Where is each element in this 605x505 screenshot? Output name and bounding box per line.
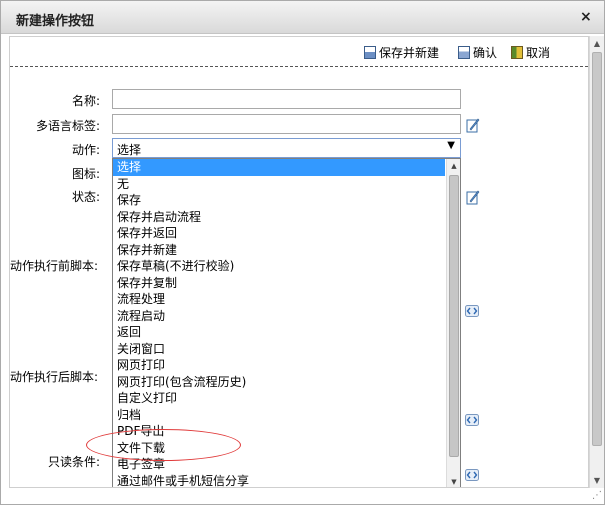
action-option[interactable]: 归档 <box>113 407 445 424</box>
cancel-label: 取消 <box>526 45 551 60</box>
dialog-window: 新建操作按钮 × 保存并新建 确认 取消 名称: 多语言标签: 动作: 选择 ▼… <box>0 0 605 505</box>
action-option[interactable]: 网页打印(包含流程历史) <box>113 374 445 391</box>
action-option[interactable]: 无 <box>113 176 445 193</box>
action-label: 动作: <box>71 143 100 157</box>
i18n-label: 多语言标签: <box>35 119 100 133</box>
icon-label: 图标: <box>71 167 100 181</box>
action-option[interactable]: 自定义打印 <box>113 390 445 407</box>
action-option[interactable]: 返回 <box>113 324 445 341</box>
action-option[interactable]: 选择 <box>113 159 445 176</box>
action-dropdown-list[interactable]: 选择无保存 保存并启动流程 保存并返回 保存并新建 保存草稿(不进行校验) 保存并复制 流程… <box>112 158 461 488</box>
save-and-new-button[interactable]: 保存并新建 <box>364 44 439 60</box>
i18n-input[interactable] <box>112 114 461 134</box>
action-option[interactable]: 流程启动 <box>113 308 445 325</box>
action-option[interactable]: PDF导出 <box>113 423 445 440</box>
action-option[interactable]: 电子签章 <box>113 456 445 473</box>
readonly-label: 只读条件: <box>47 455 100 469</box>
chevron-down-icon[interactable]: ▼ <box>447 140 455 151</box>
save-and-new-label: 保存并新建 <box>379 45 440 60</box>
cancel-button[interactable]: 取消 <box>511 44 550 60</box>
dropdown-scrollbar[interactable]: ▲ ▼ <box>446 159 460 487</box>
dialog-titlebar[interactable]: 新建操作按钮 × <box>1 1 604 34</box>
dialog-title: 新建操作按钮 <box>16 14 95 29</box>
action-option[interactable]: 保存并复制 <box>113 275 445 292</box>
scroll-up-icon[interactable]: ▲ <box>590 36 604 51</box>
cancel-icon <box>511 45 523 59</box>
edit-status-icon[interactable] <box>466 189 480 205</box>
dialog-content: 保存并新建 确认 取消 名称: 多语言标签: 动作: 选择 ▼ 图标: 状态: <box>9 36 589 488</box>
scroll-down-icon[interactable]: ▼ <box>447 475 460 487</box>
action-select-value: 选择 <box>117 143 142 157</box>
close-icon[interactable]: × <box>580 9 592 25</box>
confirm-label: 确认 <box>473 45 498 60</box>
script-editor-icon[interactable] <box>465 305 479 317</box>
action-option[interactable]: 网页打印 <box>113 357 445 374</box>
confirm-icon <box>458 45 470 59</box>
name-label: 名称: <box>71 94 100 108</box>
action-option[interactable]: 文件下载 <box>113 440 445 457</box>
action-option[interactable]: 流程处理 <box>113 291 445 308</box>
edit-i18n-icon[interactable] <box>466 117 480 133</box>
script-editor-icon[interactable] <box>465 469 479 481</box>
action-option[interactable]: 保存并新建 <box>113 242 445 259</box>
action-option[interactable]: 保存草稿(不进行校验) <box>113 258 445 275</box>
resize-grip-icon[interactable]: ⋰ <box>590 489 604 503</box>
before-script-label: 动作执行前脚本: <box>10 259 99 273</box>
action-option[interactable]: 保存 <box>113 192 445 209</box>
action-option[interactable]: 保存并启动流程 <box>113 209 445 226</box>
after-script-label: 动作执行后脚本: <box>10 370 99 384</box>
save-icon <box>364 45 376 59</box>
action-select[interactable]: 选择 ▼ <box>112 138 461 158</box>
name-input[interactable] <box>112 89 461 109</box>
action-option-list: 选择无保存 保存并启动流程 保存并返回 保存并新建 保存草稿(不进行校验) 保存并复制 流程… <box>113 159 445 488</box>
dialog-scrollbar[interactable]: ▲ ▼ <box>589 36 604 488</box>
status-label: 状态: <box>71 190 100 204</box>
confirm-button[interactable]: 确认 <box>458 44 497 60</box>
scroll-up-icon[interactable]: ▲ <box>447 159 460 173</box>
action-option[interactable]: 保存并返回 <box>113 225 445 242</box>
toolbar: 保存并新建 确认 取消 <box>10 37 588 67</box>
scroll-down-icon[interactable]: ▼ <box>590 473 604 488</box>
action-option[interactable]: 通过邮件或手机短信分享 <box>113 473 445 488</box>
script-editor-icon[interactable] <box>465 414 479 426</box>
dialog-scroll-thumb[interactable] <box>592 52 602 446</box>
action-option[interactable]: 关闭窗口 <box>113 341 445 358</box>
dropdown-scroll-thumb[interactable] <box>449 175 459 457</box>
